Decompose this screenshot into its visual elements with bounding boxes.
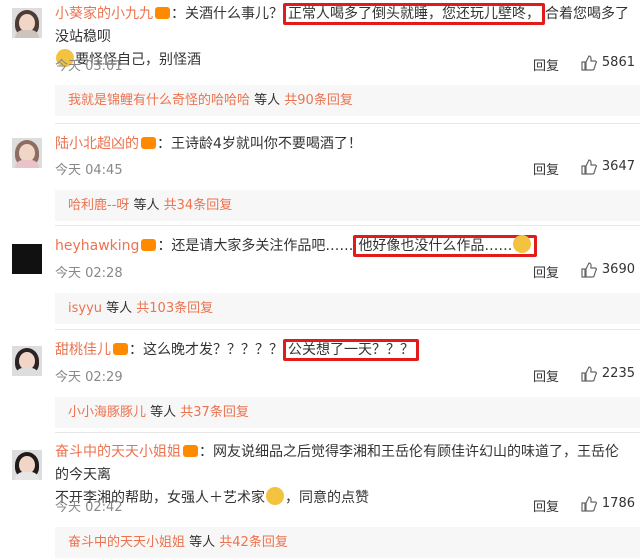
- thumbs-up-icon[interactable]: [581, 55, 597, 71]
- emoji-icon: [513, 235, 532, 253]
- thumbs-up-icon[interactable]: [581, 159, 597, 175]
- vip-badge-icon: [113, 343, 128, 355]
- sub-reply-summary[interactable]: 小小海豚豚儿 等人 共37条回复: [55, 397, 640, 428]
- highlight-box: 正常人喝多了倒头就睡，您还玩儿壁咚，: [283, 3, 545, 25]
- vip-badge-icon: [141, 137, 156, 149]
- reply-button[interactable]: 回复: [533, 55, 559, 74]
- timestamp: 今天 03:01: [55, 59, 123, 74]
- comment-meta: 今天 02:28 回复 3690: [55, 262, 635, 282]
- username[interactable]: 奋斗中的天天小姐姐: [55, 444, 181, 460]
- comment-text: 甜桃佳儿 ：这么晚才发？？？？？ 公关想了一天？？？: [55, 339, 630, 362]
- thumbs-up-icon[interactable]: [581, 496, 597, 512]
- sub-reply-summary[interactable]: 我就是锦鲤有什么奇怪的哈哈哈 等人 共90条回复: [55, 85, 640, 116]
- timestamp: 今天 02:42: [55, 500, 123, 515]
- timestamp: 今天 04:45: [55, 163, 123, 178]
- like-count: 1786: [601, 496, 635, 511]
- username[interactable]: 小葵家的小九九: [55, 6, 153, 22]
- comment-divider: [55, 225, 640, 226]
- vip-badge-icon: [141, 239, 157, 251]
- comment-text: heyhawking ：还是请大家多关注作品吧…… 他好像也没什么作品……: [55, 235, 630, 258]
- highlight-box: 他好像也没什么作品……: [353, 235, 538, 257]
- avatar[interactable]: [12, 450, 42, 480]
- like-count: 3647: [601, 159, 635, 174]
- vip-badge-icon: [155, 7, 170, 19]
- avatar[interactable]: [12, 346, 42, 376]
- reply-button[interactable]: 回复: [533, 159, 559, 178]
- highlight-box: 公关想了一天？？？: [283, 339, 419, 361]
- reply-button[interactable]: 回复: [533, 496, 559, 515]
- comment-meta: 今天 02:42 回复 1786: [55, 496, 635, 516]
- thumbs-up-icon[interactable]: [581, 262, 597, 278]
- reply-button[interactable]: 回复: [533, 366, 559, 385]
- comment-divider: [55, 123, 640, 124]
- like-count: 3690: [601, 262, 635, 277]
- avatar[interactable]: [12, 244, 42, 274]
- username[interactable]: 陆小北超凶的: [55, 136, 139, 152]
- timestamp: 今天 02:28: [55, 266, 123, 281]
- like-count: 2235: [601, 366, 635, 381]
- comment-divider: [55, 432, 640, 433]
- comment-divider: [55, 329, 640, 330]
- username[interactable]: heyhawking: [55, 238, 139, 254]
- comment-text: 陆小北超凶的 ：王诗龄4岁就叫你不要喝酒了！: [55, 136, 362, 152]
- like-count: 5861: [601, 55, 635, 70]
- thumbs-up-icon[interactable]: [581, 366, 597, 382]
- sub-reply-summary[interactable]: 奋斗中的天天小姐姐 等人 共42条回复: [55, 527, 640, 558]
- avatar[interactable]: [12, 138, 42, 168]
- username[interactable]: 甜桃佳儿: [55, 342, 111, 358]
- vip-badge-icon: [183, 445, 198, 457]
- comment-meta: 今天 04:45 回复 3647: [55, 159, 635, 179]
- comment-meta: 今天 03:01 回复 5861: [55, 55, 635, 75]
- sub-reply-summary[interactable]: 哈利鹿--呀 等人 共34条回复: [55, 190, 640, 221]
- sub-reply-summary[interactable]: isyyu 等人 共103条回复: [55, 293, 640, 324]
- comment-meta: 今天 02:29 回复 2235: [55, 366, 635, 386]
- reply-button[interactable]: 回复: [533, 262, 559, 281]
- avatar[interactable]: [12, 8, 42, 38]
- timestamp: 今天 02:29: [55, 370, 123, 385]
